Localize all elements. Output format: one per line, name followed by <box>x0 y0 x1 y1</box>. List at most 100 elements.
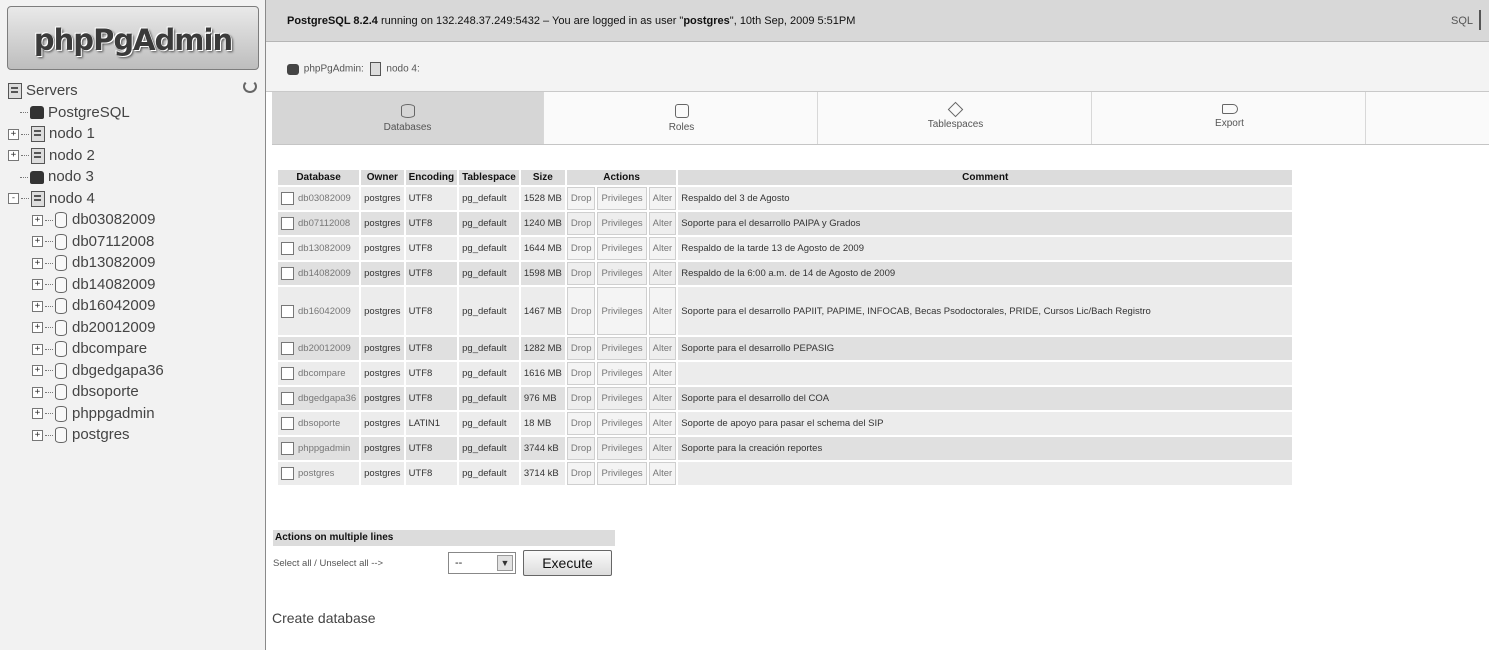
privileges-action[interactable]: Privileges <box>597 237 647 260</box>
row-checkbox[interactable] <box>281 242 294 255</box>
tree-item[interactable]: + nodo 2 <box>0 145 266 167</box>
alter-action[interactable]: Alter <box>648 462 677 485</box>
tree-item[interactable]: nodo 3 <box>0 166 266 188</box>
alter-action[interactable]: Alter <box>648 362 677 385</box>
database-link[interactable]: dbsoporte <box>298 418 340 429</box>
drop-action[interactable]: Drop <box>566 462 596 485</box>
row-checkbox[interactable] <box>281 304 294 318</box>
tree-item[interactable]: Servers <box>0 80 266 102</box>
database-link[interactable]: db20012009 <box>298 343 351 354</box>
expand-icon[interactable]: + <box>32 322 43 334</box>
alter-action[interactable]: Alter <box>648 387 677 410</box>
drop-action[interactable]: Drop <box>566 387 596 410</box>
expand-icon[interactable]: + <box>32 279 43 291</box>
drop-action[interactable]: Drop <box>566 362 596 385</box>
create-database-link[interactable]: Create database <box>272 610 376 626</box>
logo[interactable]: phpPgAdmin <box>7 6 259 70</box>
alter-action[interactable]: Alter <box>648 187 677 210</box>
expand-icon[interactable]: + <box>8 150 19 162</box>
expand-icon[interactable]: + <box>32 300 43 312</box>
col-database[interactable]: Database <box>278 170 360 185</box>
privileges-action[interactable]: Privileges <box>597 362 647 385</box>
row-checkbox[interactable] <box>281 442 294 455</box>
row-checkbox[interactable] <box>281 417 294 430</box>
expand-icon[interactable]: + <box>32 343 43 355</box>
drop-action[interactable]: Drop <box>566 437 596 460</box>
drop-action[interactable]: Drop <box>566 212 596 235</box>
multi-action-select[interactable]: -- ▼ <box>448 552 516 574</box>
tab-tablespaces[interactable]: Tablespaces <box>820 92 1092 144</box>
drop-action[interactable]: Drop <box>566 187 596 210</box>
expand-icon[interactable]: + <box>32 257 43 269</box>
tree-item[interactable]: + db20012009 <box>0 317 266 339</box>
tree-item[interactable]: + dbcompare <box>0 338 266 360</box>
tab-databases[interactable]: Databases <box>272 92 544 144</box>
row-checkbox[interactable] <box>281 342 294 355</box>
database-link[interactable]: db16042009 <box>298 306 351 317</box>
row-checkbox[interactable] <box>281 217 294 230</box>
expand-icon[interactable]: + <box>32 236 43 248</box>
database-link[interactable]: phppgadmin <box>298 443 350 454</box>
privileges-action[interactable]: Privileges <box>597 187 647 210</box>
privileges-action[interactable]: Privileges <box>597 462 647 485</box>
tree-item[interactable]: - nodo 4 <box>0 188 266 210</box>
drop-action[interactable]: Drop <box>566 237 596 260</box>
alter-action[interactable]: Alter <box>648 237 677 260</box>
alter-action[interactable]: Alter <box>648 437 677 460</box>
breadcrumb-node[interactable]: nodo 4 <box>386 64 417 75</box>
alter-action[interactable]: Alter <box>648 412 677 435</box>
breadcrumb-app[interactable]: phpPgAdmin: <box>304 64 364 75</box>
drop-action[interactable]: Drop <box>566 412 596 435</box>
tree-item[interactable]: PostgreSQL <box>0 102 266 124</box>
privileges-action[interactable]: Privileges <box>597 287 647 335</box>
alter-action[interactable]: Alter <box>648 337 677 360</box>
privileges-action[interactable]: Privileges <box>597 212 647 235</box>
tree-item[interactable]: + dbsoporte <box>0 381 266 403</box>
alter-action[interactable]: Alter <box>648 212 677 235</box>
drop-action[interactable]: Drop <box>566 337 596 360</box>
expand-icon[interactable]: + <box>32 408 43 420</box>
col-tablespace[interactable]: Tablespace <box>459 170 519 185</box>
drop-action[interactable]: Drop <box>566 287 596 335</box>
tree-item[interactable]: + db07112008 <box>0 231 266 253</box>
privileges-action[interactable]: Privileges <box>597 262 647 285</box>
expand-icon[interactable]: + <box>32 429 43 441</box>
col-owner[interactable]: Owner <box>361 170 404 185</box>
expand-icon[interactable]: + <box>32 365 43 377</box>
privileges-action[interactable]: Privileges <box>597 337 647 360</box>
expand-icon[interactable]: + <box>8 128 19 140</box>
col-size[interactable]: Size <box>520 170 565 185</box>
database-link[interactable]: db03082009 <box>298 193 351 204</box>
row-checkbox[interactable] <box>281 267 294 280</box>
row-checkbox[interactable] <box>281 392 294 405</box>
select-all-link[interactable]: Select all / Unselect all <box>273 558 369 569</box>
col-encoding[interactable]: Encoding <box>405 170 458 185</box>
tree-item[interactable]: + db13082009 <box>0 252 266 274</box>
tree-item[interactable]: + phppgadmin <box>0 403 266 425</box>
row-checkbox[interactable] <box>281 367 294 380</box>
tree-item[interactable]: + db14082009 <box>0 274 266 296</box>
database-link[interactable]: dbgedgapa36 <box>298 393 356 404</box>
tab-export[interactable]: Export <box>1094 92 1366 144</box>
execute-button[interactable]: Execute <box>523 550 612 576</box>
privileges-action[interactable]: Privileges <box>597 412 647 435</box>
sql-link[interactable]: SQL <box>1451 13 1473 29</box>
tree-item[interactable]: + db03082009 <box>0 209 266 231</box>
row-checkbox[interactable] <box>281 467 294 480</box>
alter-action[interactable]: Alter <box>648 287 677 335</box>
tab-roles[interactable]: Roles <box>546 92 818 144</box>
expand-icon[interactable]: + <box>32 214 43 226</box>
database-link[interactable]: db13082009 <box>298 243 351 254</box>
database-link[interactable]: postgres <box>298 468 334 479</box>
drop-action[interactable]: Drop <box>566 262 596 285</box>
database-link[interactable]: dbcompare <box>298 368 346 379</box>
tree-item[interactable]: + db16042009 <box>0 295 266 317</box>
alter-action[interactable]: Alter <box>648 262 677 285</box>
database-link[interactable]: db14082009 <box>298 268 351 279</box>
row-checkbox[interactable] <box>281 192 294 205</box>
database-link[interactable]: db07112008 <box>298 218 350 229</box>
tree-item[interactable]: + dbgedgapa36 <box>0 360 266 382</box>
privileges-action[interactable]: Privileges <box>597 437 647 460</box>
tree-item[interactable]: + postgres <box>0 424 266 446</box>
expand-icon[interactable]: + <box>32 386 43 398</box>
